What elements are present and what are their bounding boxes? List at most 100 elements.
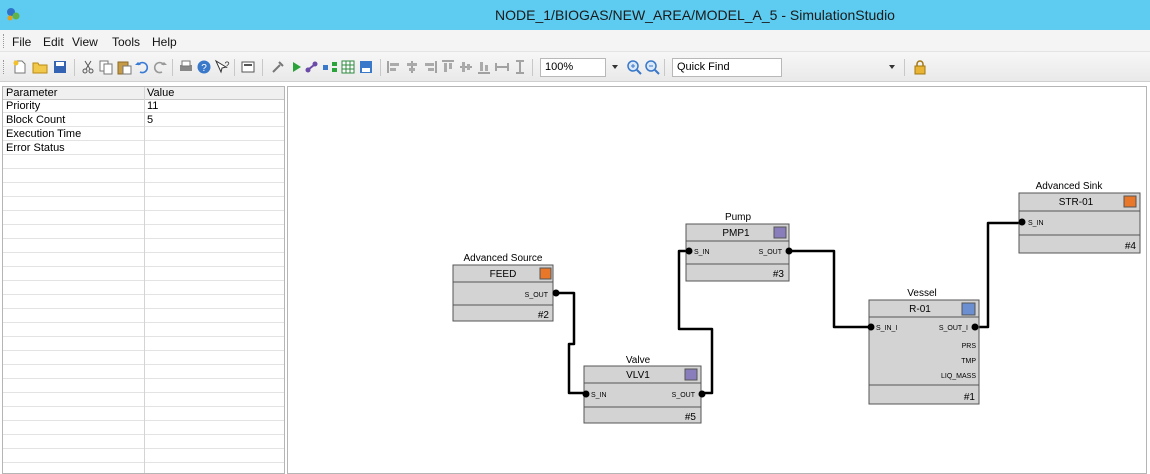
print-icon[interactable] <box>178 59 194 75</box>
port-out[interactable] <box>971 323 979 331</box>
cut-icon[interactable] <box>80 59 96 75</box>
menu-file[interactable]: File <box>12 35 31 49</box>
grid-cell-value[interactable]: 5 <box>144 114 153 127</box>
toolbar-separator <box>172 59 173 76</box>
toolbar-separator <box>532 59 533 76</box>
port-label-in: S_IN_I <box>876 325 897 332</box>
port-label-out: S_OUT_I <box>939 325 968 332</box>
align-bottom-icon[interactable] <box>476 59 492 75</box>
palette-icon[interactable] <box>358 59 374 75</box>
diagram-canvas[interactable]: Advanced Source FEED S_OUT #2 Valve VLV1… <box>287 86 1147 474</box>
grid-cell-parameter: Block Count <box>6 114 66 126</box>
block-valve[interactable]: Valve VLV1 S_IN S_OUT #5 <box>582 355 706 424</box>
block-advanced-sink[interactable]: Advanced Sink STR-01 S_IN #4 <box>1018 181 1141 254</box>
parameter-grid: Parameter Value Priority 11 Block Count 5 Ex… <box>2 86 285 474</box>
block-type-icon <box>539 267 552 280</box>
align-left-icon[interactable] <box>386 59 402 75</box>
port-in[interactable] <box>685 247 693 255</box>
port-out[interactable] <box>785 247 793 255</box>
wire-pump-to-vessel[interactable] <box>791 249 871 329</box>
grid-cell-parameter: Error Status <box>6 142 65 154</box>
align-top-icon[interactable] <box>440 59 456 75</box>
quick-find-combo[interactable]: Quick Find <box>672 58 782 77</box>
port-label-out: S_OUT <box>759 249 783 256</box>
zoom-value: 100% <box>545 61 574 73</box>
block-number: #4 <box>1125 241 1137 252</box>
port-in[interactable] <box>867 323 875 331</box>
block-pump[interactable]: Pump PMP1 S_IN S_OUT #3 <box>685 212 793 282</box>
same-width-icon[interactable] <box>494 59 510 75</box>
port-out[interactable] <box>552 289 560 297</box>
copy-icon[interactable] <box>98 59 114 75</box>
tools-icon[interactable] <box>270 59 286 75</box>
block-name: PMP1 <box>722 228 750 239</box>
block-type-icon <box>961 302 976 316</box>
toolbar-separator <box>664 59 665 76</box>
block-number: #1 <box>964 392 976 403</box>
port-in[interactable] <box>582 390 590 398</box>
port-out[interactable] <box>698 390 706 398</box>
block-name: VLV1 <box>626 370 650 381</box>
grid-column-divider <box>144 87 145 473</box>
menu-help[interactable]: Help <box>152 35 177 49</box>
block-advanced-source[interactable]: Advanced Source FEED S_OUT #2 <box>452 253 560 322</box>
align-right-icon[interactable] <box>422 59 438 75</box>
quick-find-dropdown-arrow-icon[interactable] <box>886 60 898 73</box>
block-vessel[interactable]: Vessel R-01 S_IN_I S_OUT_I PRS TMP LIQ_M… <box>867 288 980 405</box>
align-middle-icon[interactable] <box>458 59 474 75</box>
menu-grip <box>3 34 6 48</box>
zoom-combo[interactable]: 100% <box>540 58 606 77</box>
grid-header-parameter[interactable]: Parameter <box>3 87 57 100</box>
block-number: #2 <box>538 310 550 321</box>
block-caption: Pump <box>725 212 752 223</box>
grid-header-value[interactable]: Value <box>144 87 174 100</box>
block-caption: Vessel <box>907 288 936 299</box>
wire-vessel-to-sink[interactable] <box>975 221 1021 329</box>
toolbar: ? ? 100% Quick Find <box>0 52 1150 82</box>
toolbar-separator <box>380 59 381 76</box>
context-help-icon[interactable]: ? <box>214 59 230 75</box>
block-caption: Valve <box>626 355 651 366</box>
zoom-dropdown-arrow-icon[interactable] <box>609 60 621 73</box>
zoom-out-icon[interactable] <box>644 59 660 75</box>
port-label-in: S_IN <box>591 392 607 399</box>
block-caption: Advanced Sink <box>1036 181 1104 192</box>
run-icon[interactable] <box>288 59 304 75</box>
zoom-in-icon[interactable] <box>626 59 642 75</box>
port-label-in: S_IN <box>1028 220 1044 227</box>
output-tmp-label: TMP <box>961 358 976 365</box>
port-label-out: S_OUT <box>525 292 549 299</box>
redo-icon[interactable] <box>152 59 168 75</box>
diagram-svg: Advanced Source FEED S_OUT #2 Valve VLV1… <box>452 181 1141 424</box>
window-title: NODE_1/BIOGAS/NEW_AREA/MODEL_A_5 - Simul… <box>495 7 895 23</box>
menu-view[interactable]: View <box>72 35 98 49</box>
output-liq-mass-label: LIQ_MASS <box>941 373 976 380</box>
block-caption: Advanced Source <box>464 253 543 264</box>
save-icon[interactable] <box>52 59 68 75</box>
menu-edit[interactable]: Edit <box>43 35 64 49</box>
align-center-icon[interactable] <box>404 59 420 75</box>
toolbar-separator <box>74 59 75 76</box>
same-height-icon[interactable] <box>512 59 528 75</box>
connect-icon[interactable] <box>304 59 320 75</box>
paste-icon[interactable] <box>116 59 132 75</box>
menu-tools[interactable]: Tools <box>112 35 140 49</box>
properties-icon[interactable] <box>240 59 256 75</box>
port-label-in: S_IN <box>694 249 710 256</box>
toolbar-separator <box>234 59 235 76</box>
port-in[interactable] <box>1018 218 1026 226</box>
lock-icon[interactable] <box>912 59 928 75</box>
grid-cell-parameter: Priority <box>6 100 41 112</box>
open-icon[interactable] <box>32 59 48 75</box>
grid-cell-value[interactable]: 11 <box>144 100 158 113</box>
block-number: #3 <box>773 269 785 280</box>
block-name: R-01 <box>909 304 931 315</box>
help-icon[interactable]: ? <box>196 59 212 75</box>
undo-icon[interactable] <box>134 59 150 75</box>
new-icon[interactable] <box>12 59 28 75</box>
title-bar: NODE_1/BIOGAS/NEW_AREA/MODEL_A_5 - Simul… <box>0 0 1150 30</box>
grid-icon[interactable] <box>340 59 356 75</box>
block-type-icon <box>684 368 698 381</box>
quick-find-label: Quick Find <box>677 61 730 73</box>
flow-icon[interactable] <box>322 59 338 75</box>
